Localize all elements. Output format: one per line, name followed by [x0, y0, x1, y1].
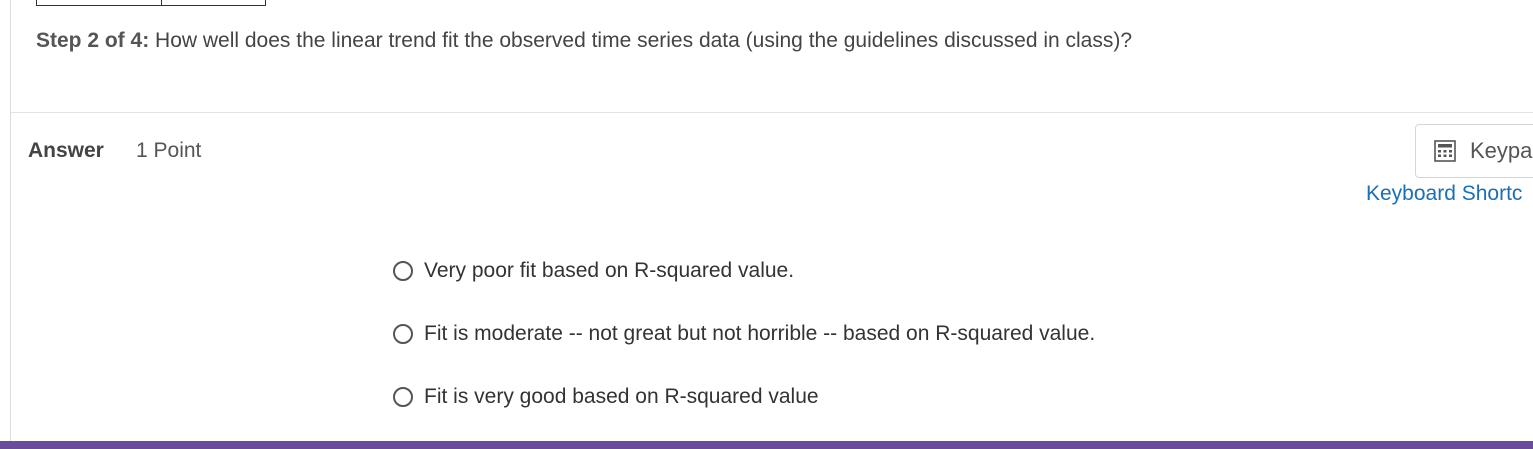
radio-button[interactable] — [393, 387, 413, 407]
answer-option-very-good[interactable]: Fit is very good based on R-squared valu… — [393, 384, 819, 410]
keypad-button[interactable]: Keypa — [1415, 124, 1533, 178]
table-fragment — [36, 0, 266, 6]
option-label: Fit is moderate -- not great but not hor… — [424, 322, 1096, 345]
radio-button[interactable] — [393, 261, 413, 281]
points-value: 1 Point — [136, 139, 202, 162]
calculator-icon — [1434, 140, 1456, 162]
section-divider — [11, 112, 1533, 113]
step-label: Step 2 of 4: — [36, 29, 150, 52]
answer-option-very-poor[interactable]: Very poor fit based on R-squared value. — [393, 258, 794, 284]
option-label: Very poor fit based on R-squared value. — [424, 259, 795, 282]
table-column-divider — [161, 0, 162, 5]
answer-option-moderate[interactable]: Fit is moderate -- not great but not hor… — [393, 321, 1095, 347]
question-prompt: Step 2 of 4: How well does the linear tr… — [36, 28, 1132, 54]
radio-button[interactable] — [393, 324, 413, 344]
keypad-label: Keypa — [1470, 138, 1533, 163]
option-label: Fit is very good based on R-squared valu… — [424, 385, 819, 408]
keyboard-shortcuts-link[interactable]: Keyboard Shortc — [1366, 182, 1522, 206]
question-text: How well does the linear trend fit the o… — [149, 29, 1133, 52]
bottom-accent-bar — [0, 441, 1533, 449]
answer-heading: Answer — [28, 139, 104, 162]
left-border — [10, 0, 11, 441]
